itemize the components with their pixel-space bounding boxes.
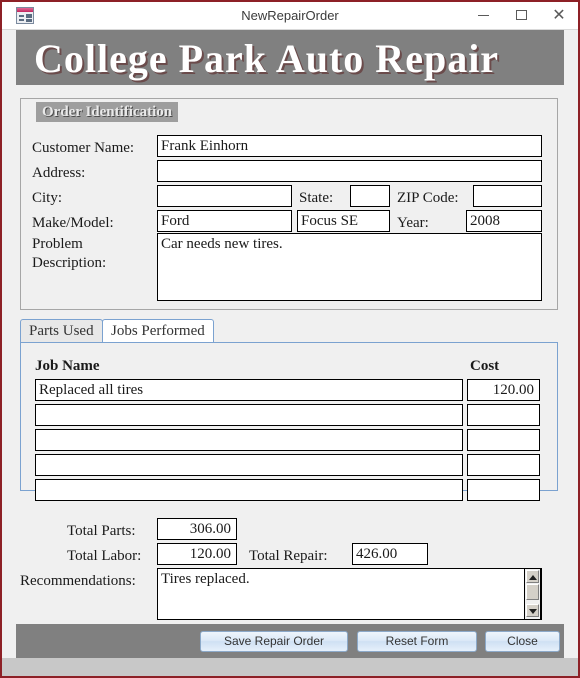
job-name-input-1[interactable]: Replaced all tires <box>35 379 463 401</box>
job-cost-input-3[interactable] <box>467 429 540 451</box>
state-input[interactable] <box>350 185 390 207</box>
page-title: College Park Auto Repair <box>34 36 500 81</box>
close-window-button[interactable]: ✕ <box>540 2 578 29</box>
scroll-down-button[interactable] <box>526 604 539 617</box>
problem-description-textarea[interactable]: Car needs new tires. <box>157 233 542 301</box>
city-label: City: <box>32 190 63 206</box>
tab-strip: Parts Used Jobs Performed <box>20 319 558 343</box>
year-input[interactable]: 2008 <box>466 210 542 232</box>
form-client-area: Order Identification Customer Name: Fran… <box>2 85 578 624</box>
job-name-input-3[interactable] <box>35 429 463 451</box>
customer-name-label: Customer Name: <box>32 140 135 156</box>
tab-parts-used[interactable]: Parts Used <box>20 319 103 343</box>
reset-form-button[interactable]: Reset Form <box>357 631 477 652</box>
total-labor-input[interactable]: 120.00 <box>157 543 237 565</box>
scroll-up-button[interactable] <box>526 570 539 583</box>
job-cost-input-2[interactable] <box>467 404 540 426</box>
make-model-label: Make/Model: <box>32 215 114 231</box>
recommendations-label: Recommendations: <box>20 573 136 589</box>
title-bar: NewRepairOrder ✕ <box>2 2 578 30</box>
recommendations-scrollbar[interactable] <box>524 568 541 620</box>
year-label: Year: <box>397 215 429 231</box>
application-window: NewRepairOrder ✕ College Park Auto Repai… <box>0 0 580 678</box>
job-cost-input-5[interactable] <box>467 479 540 501</box>
job-cost-input-1[interactable]: 120.00 <box>467 379 540 401</box>
job-name-input-4[interactable] <box>35 454 463 476</box>
address-label: Address: <box>32 165 86 181</box>
footer-bar: Save Repair Order Reset Form Close <box>16 624 564 658</box>
zip-code-input[interactable] <box>473 185 542 207</box>
state-label: State: <box>299 190 334 206</box>
address-input[interactable] <box>157 160 542 182</box>
column-header-job-name: Job Name <box>35 358 100 374</box>
maximize-icon <box>515 10 527 21</box>
job-name-input-2[interactable] <box>35 404 463 426</box>
make-input[interactable]: Ford <box>157 210 292 232</box>
recommendations-textarea[interactable]: Tires replaced. <box>157 568 542 620</box>
close-icon: ✕ <box>552 7 566 24</box>
scrollbar-thumb[interactable] <box>526 584 539 600</box>
problem-description-label-line1: Problem <box>32 236 83 252</box>
column-header-cost: Cost <box>470 358 500 374</box>
minimize-button[interactable] <box>464 2 502 29</box>
total-labor-label: Total Labor: <box>67 548 142 564</box>
maximize-button[interactable] <box>502 2 540 29</box>
group-legend: Order Identification <box>36 102 179 122</box>
total-repair-label: Total Repair: <box>249 548 328 564</box>
zip-code-label: ZIP Code: <box>397 190 459 206</box>
total-repair-input[interactable]: 426.00 <box>352 543 428 565</box>
customer-name-input[interactable]: Frank Einhorn <box>157 135 542 157</box>
total-parts-input[interactable]: 306.00 <box>157 518 237 540</box>
city-input[interactable] <box>157 185 292 207</box>
tab-jobs-performed[interactable]: Jobs Performed <box>102 319 214 343</box>
close-button[interactable]: Close <box>485 631 560 652</box>
minimize-icon <box>477 14 489 16</box>
total-parts-label: Total Parts: <box>67 523 136 539</box>
job-name-input-5[interactable] <box>35 479 463 501</box>
model-input[interactable]: Focus SE <box>297 210 390 232</box>
job-cost-input-4[interactable] <box>467 454 540 476</box>
header-banner: College Park Auto Repair <box>16 30 564 85</box>
problem-description-label-line2: Description: <box>32 255 107 271</box>
save-repair-order-button[interactable]: Save Repair Order <box>200 631 348 652</box>
bottom-strip <box>2 658 578 676</box>
